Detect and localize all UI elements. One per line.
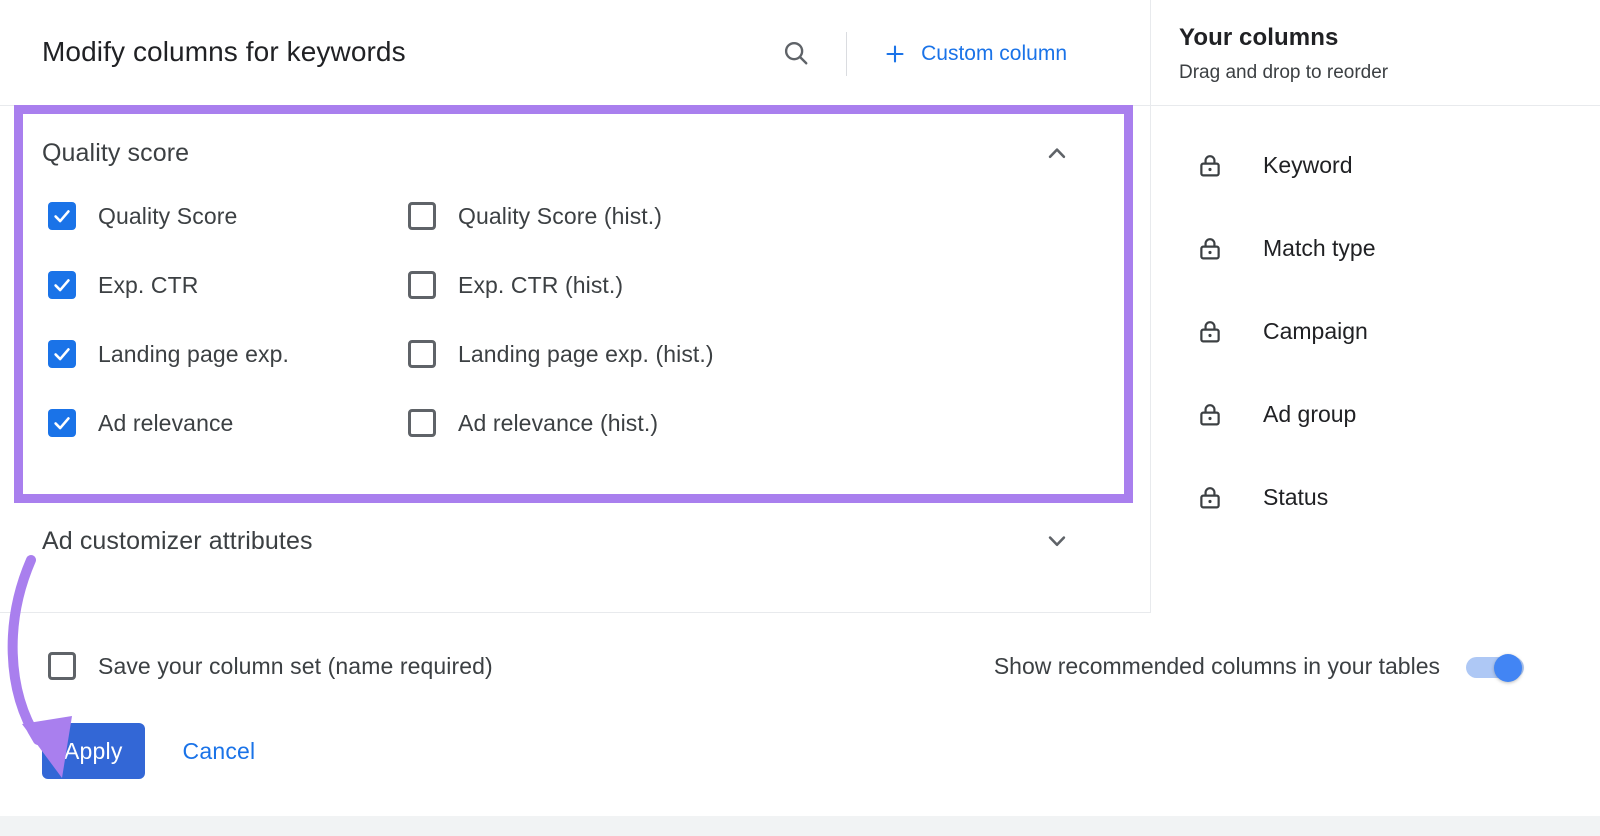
- your-columns-sidebar: Your columns Drag and drop to reorder Ke…: [1150, 0, 1600, 613]
- apply-button[interactable]: Apply: [42, 723, 145, 779]
- cancel-button[interactable]: Cancel: [167, 723, 272, 779]
- footer-buttons: Apply Cancel: [42, 723, 271, 779]
- page-title: Modify columns for keywords: [42, 36, 406, 67]
- section-header-ad-customizer-attributes[interactable]: Ad customizer attributes: [42, 526, 1072, 556]
- checkbox-label: Ad relevance (hist.): [458, 409, 659, 436]
- sidebar-title: Your columns: [1179, 24, 1339, 51]
- search-button[interactable]: [772, 30, 820, 78]
- sidebar-item-label: Ad group: [1263, 401, 1357, 427]
- sections-container: Quality score Quality Score Exp. CTR Lan…: [0, 106, 1150, 612]
- dialog-header: Modify columns for keywords Custom colum…: [0, 0, 1150, 105]
- checkbox-landing-page-exp-hist[interactable]: [408, 340, 436, 368]
- header-actions: Custom column: [772, 30, 1075, 78]
- checkbox-exp-ctr[interactable]: [48, 271, 76, 299]
- checkbox-ad-relevance[interactable]: [48, 409, 76, 437]
- checkbox-quality-score-hist[interactable]: [408, 202, 436, 230]
- checkbox-row-ad-relevance[interactable]: Ad relevance: [48, 409, 233, 437]
- sidebar-divider: [1151, 105, 1600, 106]
- search-icon: [781, 38, 811, 71]
- lock-icon: [1195, 483, 1225, 513]
- section-title-quality-score: Quality score: [42, 138, 190, 167]
- lock-icon: [1195, 151, 1225, 181]
- chevron-up-icon[interactable]: [1042, 138, 1072, 168]
- sidebar-subtitle: Drag and drop to reorder: [1179, 62, 1389, 83]
- checkbox-label: Landing page exp.: [98, 340, 289, 367]
- sidebar-item-label: Campaign: [1263, 318, 1368, 344]
- save-column-set-checkbox[interactable]: [48, 652, 76, 680]
- checkbox-label: Exp. CTR (hist.): [458, 271, 624, 298]
- chevron-down-icon[interactable]: [1042, 526, 1072, 556]
- modify-columns-dialog: Modify columns for keywords Custom colum…: [0, 0, 1600, 836]
- sidebar-item-label: Status: [1263, 484, 1329, 510]
- lock-icon: [1195, 317, 1225, 347]
- show-recommended-toggle[interactable]: [1466, 653, 1528, 682]
- plus-icon: [883, 42, 907, 66]
- header-divider: [846, 32, 848, 76]
- toggle-knob: [1494, 653, 1522, 682]
- checkbox-label: Quality Score: [98, 202, 238, 229]
- save-column-set-row[interactable]: Save your column set (name required): [48, 652, 493, 680]
- checkbox-landing-page-exp[interactable]: [48, 340, 76, 368]
- checkbox-row-exp-ctr[interactable]: Exp. CTR: [48, 271, 198, 299]
- save-column-set-label: Save your column set (name required): [98, 652, 493, 679]
- sidebar-header: Your columns Drag and drop to reorder: [1179, 24, 1388, 84]
- checkbox-row-landing-page-exp[interactable]: Landing page exp.: [48, 340, 289, 368]
- sidebar-item-keyword[interactable]: Keyword: [1151, 124, 1600, 207]
- dialog-footer: Save your column set (name required) Sho…: [0, 613, 1600, 816]
- show-recommended-row[interactable]: Show recommended columns in your tables: [993, 653, 1528, 682]
- checkbox-quality-score[interactable]: [48, 202, 76, 230]
- custom-column-label: Custom column: [921, 42, 1067, 65]
- checkbox-label: Ad relevance: [98, 409, 234, 436]
- sidebar-item-match-type[interactable]: Match type: [1151, 207, 1600, 290]
- section-header-quality-score[interactable]: Quality score: [42, 138, 1072, 168]
- checkbox-row-exp-ctr-hist[interactable]: Exp. CTR (hist.): [408, 271, 623, 299]
- lock-icon: [1195, 400, 1225, 430]
- checkbox-row-quality-score[interactable]: Quality Score: [48, 202, 237, 230]
- sidebar-item-campaign[interactable]: Campaign: [1151, 290, 1600, 373]
- checkbox-exp-ctr-hist[interactable]: [408, 271, 436, 299]
- sidebar-item-label: Match type: [1263, 235, 1376, 261]
- section-title-ad-customizer-attributes: Ad customizer attributes: [42, 526, 313, 555]
- checkbox-row-landing-page-exp-hist[interactable]: Landing page exp. (hist.): [408, 340, 714, 368]
- checkbox-label: Quality Score (hist.): [458, 202, 663, 229]
- custom-column-button[interactable]: Custom column: [875, 36, 1075, 72]
- sidebar-item-status[interactable]: Status: [1151, 456, 1600, 539]
- sidebar-item-label: Keyword: [1263, 152, 1353, 178]
- lock-icon: [1195, 234, 1225, 264]
- sidebar-item-ad-group[interactable]: Ad group: [1151, 373, 1600, 456]
- checkbox-label: Exp. CTR: [98, 271, 199, 298]
- bottom-strip: [0, 816, 1600, 836]
- checkbox-ad-relevance-hist[interactable]: [408, 409, 436, 437]
- checkbox-row-ad-relevance-hist[interactable]: Ad relevance (hist.): [408, 409, 658, 437]
- checkbox-row-quality-score-hist[interactable]: Quality Score (hist.): [408, 202, 662, 230]
- checkbox-label: Landing page exp. (hist.): [458, 340, 714, 367]
- show-recommended-label: Show recommended columns in your tables: [993, 653, 1440, 679]
